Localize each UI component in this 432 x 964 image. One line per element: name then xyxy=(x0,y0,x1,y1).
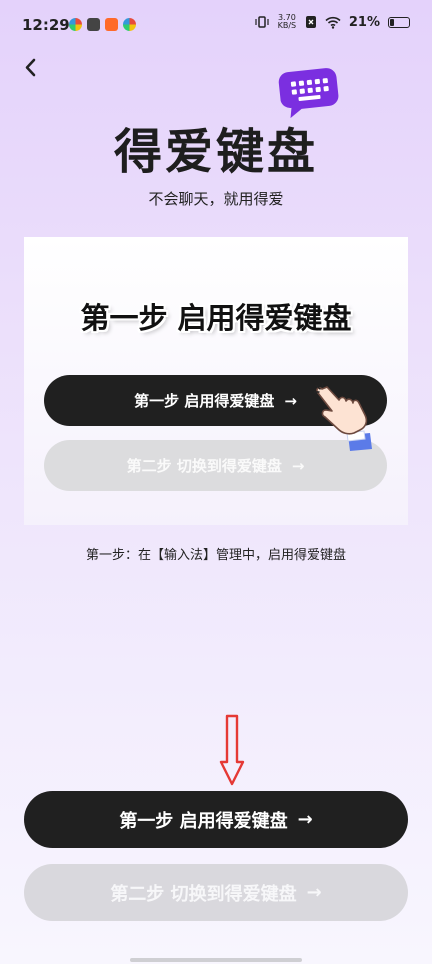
switch-keyboard-button[interactable]: 第二步 切换到得爱键盘 → xyxy=(24,864,408,921)
chevron-left-icon xyxy=(25,58,36,77)
switch-keyboard-label: 第二步 切换到得爱键盘 xyxy=(110,883,297,905)
app-title: 得爱键盘 xyxy=(113,124,318,180)
notification-app-icon xyxy=(87,18,100,31)
battery-icon xyxy=(388,16,410,28)
battery-percent: 21% xyxy=(348,14,380,30)
app-subtitle: 不会聊天，就用得爱 xyxy=(148,190,284,208)
enable-keyboard-button[interactable]: 第一步 启用得爱键盘 → xyxy=(24,791,408,848)
pointing-hand-icon xyxy=(313,382,374,457)
arrow-right-icon: → xyxy=(291,456,305,475)
notification-app-icon xyxy=(69,18,82,31)
back-button[interactable] xyxy=(18,56,46,80)
enable-keyboard-label: 第一步 启用得爱键盘 xyxy=(119,810,288,832)
preview-step1-label: 第一步 启用得爱键盘 xyxy=(134,392,275,410)
no-sim-icon xyxy=(305,16,316,28)
tutorial-preview-card: 第一步 启用得爱键盘 第一步 启用得爱键盘 → 第二步 切换到得爱键盘 → xyxy=(24,237,408,525)
home-indicator[interactable] xyxy=(130,958,302,962)
network-speed: 3.70 KB/S xyxy=(277,14,297,30)
arrow-right-icon: → xyxy=(297,809,313,830)
status-icons: 3.70 KB/S 21% xyxy=(255,14,410,30)
notification-app-icon xyxy=(105,18,118,31)
vibrate-icon xyxy=(255,16,269,28)
preview-step2-label: 第二步 切换到得爱键盘 xyxy=(126,457,282,475)
down-arrow-icon xyxy=(219,714,245,790)
wifi-icon xyxy=(325,16,341,29)
arrow-right-icon: → xyxy=(284,391,297,410)
preview-heading: 第一步 启用得爱键盘 xyxy=(80,301,352,335)
arrow-right-icon: → xyxy=(306,882,322,903)
instruction-text: 第一步：在【输入法】管理中，启用得爱键盘 xyxy=(85,548,346,563)
status-time: 12:29 xyxy=(22,16,70,34)
network-speed-unit: KB/S xyxy=(277,21,297,30)
notification-app-icon xyxy=(123,18,136,31)
status-bar: 12:29 3.70 KB/S 21% xyxy=(0,0,432,50)
